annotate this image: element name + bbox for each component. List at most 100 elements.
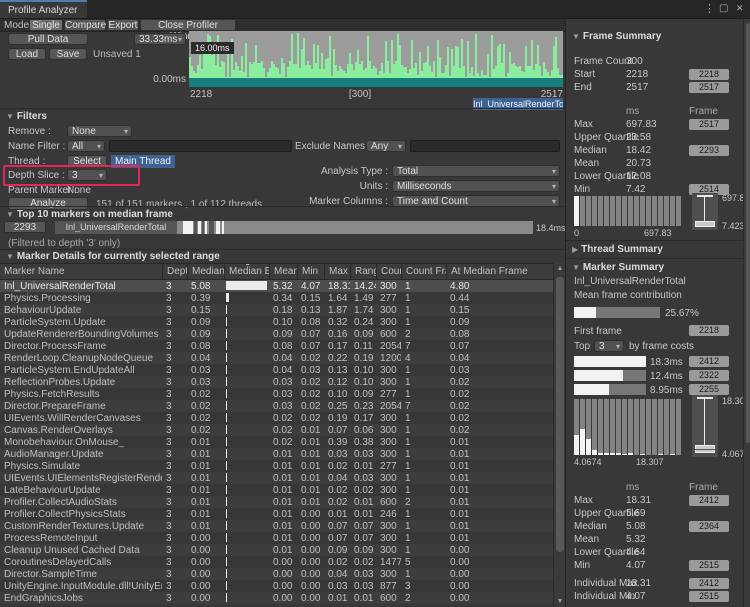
top-n-dropdown[interactable]: 3▾ [594, 340, 624, 352]
goto-frame-button[interactable]: 2255 [689, 384, 729, 395]
first-frame-button[interactable]: 2218 [689, 325, 729, 336]
table-row[interactable]: BehaviourUpdate30.150.180.131.871.743001… [0, 304, 553, 316]
table-cell: 0.00 [297, 580, 324, 592]
tab-title: Profile Analyzer [8, 5, 77, 16]
goto-frame-button[interactable]: 2517 [689, 119, 729, 130]
top10-segment[interactable] [194, 221, 197, 234]
exclude-names-input[interactable] [410, 140, 560, 152]
table-row[interactable]: Canvas.RenderOverlays30.020.020.010.070.… [0, 424, 553, 436]
goto-frame-button[interactable]: 2517 [689, 82, 729, 93]
close-icon[interactable]: ✕ [736, 3, 744, 14]
column-header-min[interactable]: Min [297, 264, 324, 279]
table-row[interactable]: CustomRenderTextures.Update30.010.010.00… [0, 520, 553, 532]
save-button[interactable]: Save [49, 48, 87, 60]
table-row[interactable]: Director.PrepareFrame30.020.030.020.250.… [0, 400, 553, 412]
exclude-mode-dropdown[interactable]: Any▾ [366, 140, 406, 152]
frame-summary-header[interactable]: ▼Frame Summary [572, 31, 661, 42]
column-header-median-bar[interactable]: Median Bar▲ [224, 264, 269, 279]
table-row[interactable]: Director.SampleTime30.000.000.000.040.03… [0, 568, 553, 580]
table-row[interactable]: Physics.Processing30.390.340.151.641.492… [0, 292, 553, 304]
marker-details-header[interactable]: ▼Marker Details for currently selected r… [6, 251, 220, 262]
pull-data-button[interactable]: Pull Data [8, 33, 88, 45]
panel-scrollbar[interactable] [743, 19, 750, 607]
table-cell: 3 [162, 460, 187, 472]
table-row[interactable]: AudioManager.Update30.010.010.010.030.03… [0, 448, 553, 460]
top10-segment[interactable] [202, 221, 204, 234]
analysis-type-dropdown[interactable]: Total▾ [392, 165, 560, 177]
table-row[interactable]: Physics.Simulate30.010.010.010.020.01277… [0, 460, 553, 472]
top10-frame-button[interactable]: 2293 [4, 221, 46, 233]
table-row[interactable]: UnityEngine.InputModule.dll!UnityEngineI… [0, 580, 553, 592]
top10-segment[interactable] [222, 221, 225, 234]
kebab-menu-icon[interactable]: ⋮ [704, 2, 715, 15]
table-row[interactable]: CoroutinesDelayedCalls30.000.000.000.020… [0, 556, 553, 568]
table-row[interactable]: ProcessRemoteInput30.000.010.000.070.073… [0, 532, 553, 544]
table-row[interactable]: Director.ProcessFrame30.080.080.070.170.… [0, 340, 553, 352]
scrollbar-thumb[interactable] [556, 277, 564, 552]
goto-frame-button[interactable]: 2322 [689, 370, 729, 381]
filters-header[interactable]: ▼Filters [6, 111, 47, 122]
table-row[interactable]: Monobehaviour.OnMouse_30.010.020.010.390… [0, 436, 553, 448]
column-header-count[interactable]: Count [376, 264, 401, 279]
frame-summary-stat-row: Max697.832517 [566, 119, 750, 132]
goto-frame-button[interactable]: 2364 [689, 521, 729, 532]
top10-segment[interactable] [205, 221, 207, 234]
column-header-count-frame[interactable]: Count Frame [401, 264, 446, 279]
name-filter-input[interactable] [109, 140, 292, 152]
name-filter-mode-dropdown[interactable]: All▾ [67, 140, 105, 152]
top10-marker-bar[interactable]: Inl_UniversalRenderTotal [55, 221, 533, 234]
column-header-depth[interactable]: Depth [162, 264, 187, 279]
top10-segment[interactable] [198, 221, 200, 234]
mode-button-single[interactable]: Single [29, 19, 63, 31]
scrollbar-thumb[interactable] [746, 23, 750, 443]
table-row[interactable]: UIEvents.WillRenderCanvases30.020.020.02… [0, 412, 553, 424]
table-row[interactable]: Cleanup Unused Cached Data30.000.010.000… [0, 544, 553, 556]
table-row[interactable]: Profiler.CollectAudioStats30.010.010.010… [0, 496, 553, 508]
column-header-at-median-frame[interactable]: At Median Frame [446, 264, 553, 279]
goto-frame-button[interactable]: 2412 [689, 578, 729, 589]
frame-time-dropdown[interactable]: 33.33ms▾ [134, 33, 186, 45]
load-button[interactable]: Load [8, 48, 46, 60]
tab-profile-analyzer[interactable]: Profile Analyzer [0, 0, 87, 18]
maximize-icon[interactable]: ▢ [719, 3, 728, 14]
goto-frame-button[interactable]: 2515 [689, 591, 729, 602]
remove-dropdown[interactable]: None▾ [67, 125, 132, 137]
table-row[interactable]: ReflectionProbes.Update30.030.030.020.12… [0, 376, 553, 388]
units-dropdown[interactable]: Milliseconds▾ [392, 180, 560, 192]
column-header-median[interactable]: Median [187, 264, 224, 279]
table-row[interactable]: RenderLoop.CleanupNodeQueue30.040.040.02… [0, 352, 553, 364]
top10-header[interactable]: ▼Top 10 markers on median frame [6, 209, 173, 220]
top10-main-segment[interactable]: Inl_UniversalRenderTotal [55, 221, 177, 234]
top10-segment[interactable] [216, 221, 221, 234]
table-cell: 0.25 [324, 400, 350, 412]
table-row[interactable]: EndGraphicsJobs30.000.000.000.010.016002… [0, 592, 553, 604]
thread-summary-header[interactable]: ▶Thread Summary [572, 244, 663, 255]
table-row[interactable]: Inl_UniversalRenderTotal35.085.324.0718.… [0, 280, 553, 292]
table-row[interactable]: UIEvents.UIElementsRegisterRenderers30.0… [0, 472, 553, 484]
top10-segment[interactable] [183, 221, 194, 234]
table-row[interactable]: ParticleSystem.EndUpdateAll30.030.040.03… [0, 364, 553, 376]
goto-frame-button[interactable]: 2218 [689, 69, 729, 80]
marker-summary-header[interactable]: ▼Marker Summary [572, 262, 664, 273]
table-row[interactable]: Physics.FetchResults30.020.030.020.100.0… [0, 388, 553, 400]
frame-time-chart[interactable] [189, 31, 563, 87]
table-row[interactable]: ParticleSystem.Update30.090.100.080.320.… [0, 316, 553, 328]
column-header-mean[interactable]: Mean [269, 264, 297, 279]
mode-button-close-profiler-window[interactable]: Close Profiler Window [140, 19, 236, 31]
goto-frame-button[interactable]: 2515 [689, 560, 729, 571]
top10-segment[interactable] [209, 221, 215, 234]
goto-frame-button[interactable]: 2412 [689, 356, 729, 367]
mode-button-compare[interactable]: Compare [64, 19, 106, 31]
table-row[interactable]: LateBehaviourUpdate30.010.010.010.020.02… [0, 484, 553, 496]
mode-button-export[interactable]: Export [107, 19, 139, 31]
column-header-range[interactable]: Range [350, 264, 376, 279]
column-header-max[interactable]: Max [324, 264, 350, 279]
table-row[interactable]: Profiler.CollectPhysicsStats30.010.010.0… [0, 508, 553, 520]
depth-slice-dropdown[interactable]: 3▾ [67, 169, 107, 181]
goto-frame-button[interactable]: 2412 [689, 495, 729, 506]
goto-frame-button[interactable]: 2293 [689, 145, 729, 156]
table-row[interactable]: UpdateRendererBoundingVolumes30.090.090.… [0, 328, 553, 340]
cost-bar [574, 370, 646, 381]
histogram-bar [604, 453, 609, 455]
column-header-marker-name[interactable]: Marker Name [0, 264, 162, 279]
